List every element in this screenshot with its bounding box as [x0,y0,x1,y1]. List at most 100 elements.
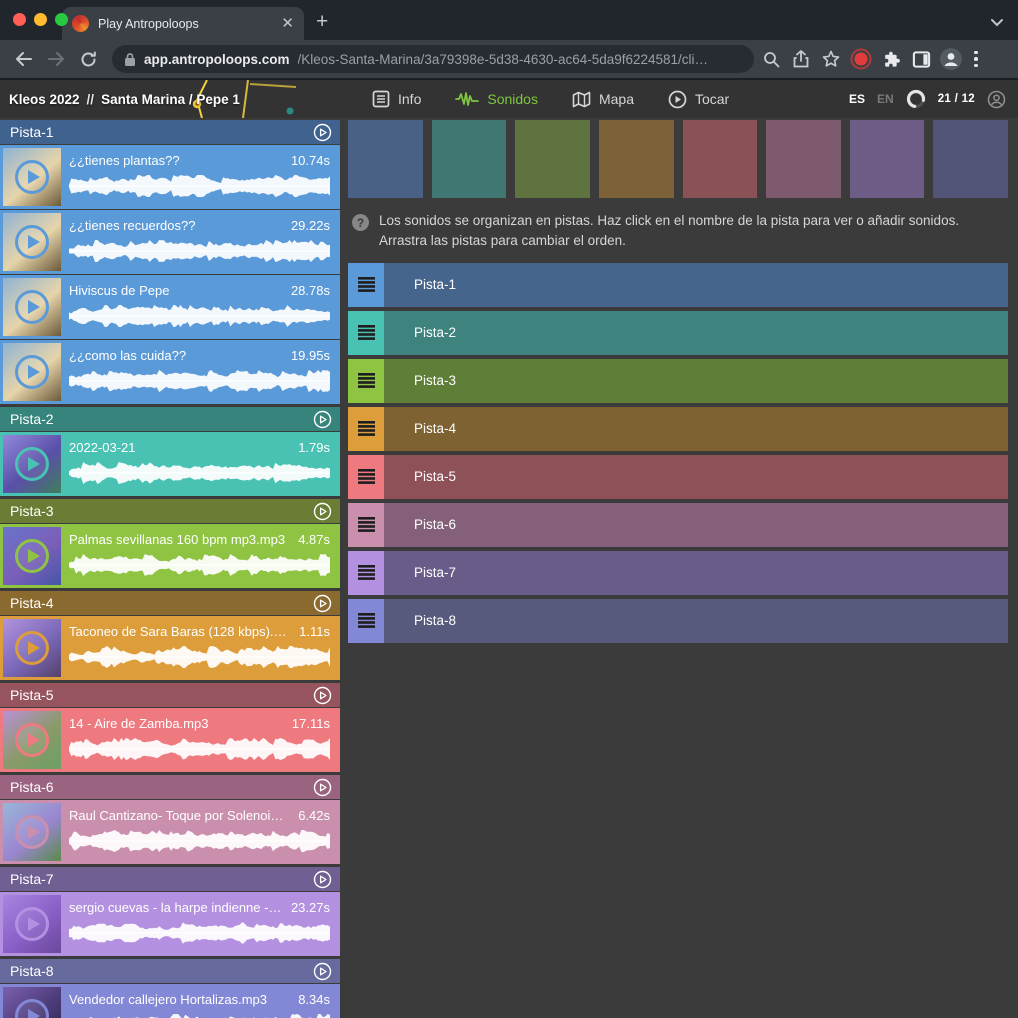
lang-es-button[interactable]: ES [849,92,865,106]
clip-waveform[interactable] [69,829,330,853]
track-section-header[interactable]: Pista-8 [0,959,340,983]
new-tab-button[interactable]: + [316,10,328,34]
minimize-window-button[interactable] [34,13,47,26]
tab-search-chevron-icon[interactable] [990,18,1004,27]
audio-clip[interactable]: ¿¿como las cuida??19.95s [0,340,340,404]
track-section-header[interactable]: Pista-6 [0,775,340,799]
track-row[interactable]: Pista-8 [348,599,1008,643]
track-color-swatch[interactable] [683,120,758,198]
clip-thumbnail[interactable] [3,987,61,1018]
audio-clip[interactable]: ¿¿tienes recuerdos??29.22s [0,210,340,274]
tab-info[interactable]: Info [362,80,431,118]
track-color-swatch[interactable] [766,120,841,198]
zoom-window-button[interactable] [55,13,68,26]
browser-profile-avatar[interactable] [938,46,964,72]
track-drag-handle[interactable] [348,503,384,547]
audio-clip[interactable]: Taconeo de Sara Baras (128 kbps).mp31.11… [0,616,340,680]
account-icon[interactable] [987,90,1006,109]
track-row-body[interactable]: Pista-1 [384,263,1008,307]
track-row-body[interactable]: Pista-4 [384,407,1008,451]
clip-thumbnail[interactable] [3,343,61,401]
clip-play-button[interactable] [15,539,49,573]
reload-button[interactable] [74,45,102,73]
clip-waveform[interactable] [69,461,330,485]
track-row[interactable]: Pista-4 [348,407,1008,451]
track-color-swatch[interactable] [599,120,674,198]
audio-clip[interactable]: Palmas sevillanas 160 bpm mp3.mp34.87s [0,524,340,588]
track-row[interactable]: Pista-6 [348,503,1008,547]
track-drag-handle[interactable] [348,599,384,643]
clip-waveform[interactable] [69,1013,330,1018]
lang-en-button[interactable]: EN [877,92,894,106]
back-button[interactable] [10,45,38,73]
tab-close-icon[interactable]: ✕ [281,16,294,31]
zoom-page-icon[interactable] [758,46,784,72]
track-row-body[interactable]: Pista-7 [384,551,1008,595]
track-row-body[interactable]: Pista-2 [384,311,1008,355]
track-color-swatch[interactable] [348,120,423,198]
track-row-body[interactable]: Pista-6 [384,503,1008,547]
tab-sonidos[interactable]: Sonidos [445,80,548,118]
track-color-swatch[interactable] [515,120,590,198]
track-row-body[interactable]: Pista-5 [384,455,1008,499]
clip-thumbnail[interactable] [3,527,61,585]
clip-play-button[interactable] [15,355,49,389]
map-banner[interactable]: Kleos 2022 // Santa Marina / Pepe 1 [0,80,340,118]
track-section-header[interactable]: Pista-2 [0,407,340,431]
track-play-icon[interactable] [313,870,332,889]
clip-waveform[interactable] [69,737,330,761]
clip-play-button[interactable] [15,999,49,1018]
close-window-button[interactable] [13,13,26,26]
clip-thumbnail[interactable] [3,711,61,769]
track-row-body[interactable]: Pista-8 [384,599,1008,643]
track-play-icon[interactable] [313,594,332,613]
browser-tab[interactable]: Play Antropoloops ✕ [62,7,304,40]
record-extension-icon[interactable] [848,46,874,72]
track-drag-handle[interactable] [348,359,384,403]
clip-play-button[interactable] [15,447,49,481]
track-section-header[interactable]: Pista-4 [0,591,340,615]
clip-thumbnail[interactable] [3,435,61,493]
clip-play-button[interactable] [15,225,49,259]
track-drag-handle[interactable] [348,263,384,307]
clip-thumbnail[interactable] [3,148,61,206]
clip-play-button[interactable] [15,290,49,324]
clip-play-button[interactable] [15,631,49,665]
track-drag-handle[interactable] [348,407,384,451]
track-section-header[interactable]: Pista-3 [0,499,340,523]
audio-clip[interactable]: 14 - Aire de Zamba.mp317.11s [0,708,340,772]
audio-clip[interactable]: Vendedor callejero Hortalizas.mp38.34s [0,984,340,1018]
track-drag-handle[interactable] [348,551,384,595]
track-color-swatch[interactable] [432,120,507,198]
track-row[interactable]: Pista-3 [348,359,1008,403]
clip-waveform[interactable] [69,369,330,393]
track-play-icon[interactable] [313,410,332,429]
clip-play-button[interactable] [15,160,49,194]
track-row[interactable]: Pista-7 [348,551,1008,595]
clip-waveform[interactable] [69,239,330,263]
track-row[interactable]: Pista-5 [348,455,1008,499]
share-icon[interactable] [788,46,814,72]
browser-menu-icon[interactable] [974,51,978,68]
track-play-icon[interactable] [313,502,332,521]
track-play-icon[interactable] [313,778,332,797]
audio-clip[interactable]: ¿¿tienes plantas??10.74s [0,145,340,209]
clip-waveform[interactable] [69,645,330,669]
track-drag-handle[interactable] [348,311,384,355]
forward-button[interactable] [42,45,70,73]
audio-clip[interactable]: sergio cuevas - la harpe indienne - 03 -… [0,892,340,956]
clip-play-button[interactable] [15,723,49,757]
track-row[interactable]: Pista-1 [348,263,1008,307]
clip-thumbnail[interactable] [3,803,61,861]
track-section-header[interactable]: Pista-1 [0,120,340,144]
track-play-icon[interactable] [313,686,332,705]
side-panel-icon[interactable] [908,46,934,72]
track-play-icon[interactable] [313,123,332,142]
tab-mapa[interactable]: Mapa [562,80,644,118]
clip-waveform[interactable] [69,553,330,577]
clip-thumbnail[interactable] [3,213,61,271]
clip-play-button[interactable] [15,815,49,849]
track-row[interactable]: Pista-2 [348,311,1008,355]
clip-thumbnail[interactable] [3,619,61,677]
bookmark-star-icon[interactable] [818,46,844,72]
